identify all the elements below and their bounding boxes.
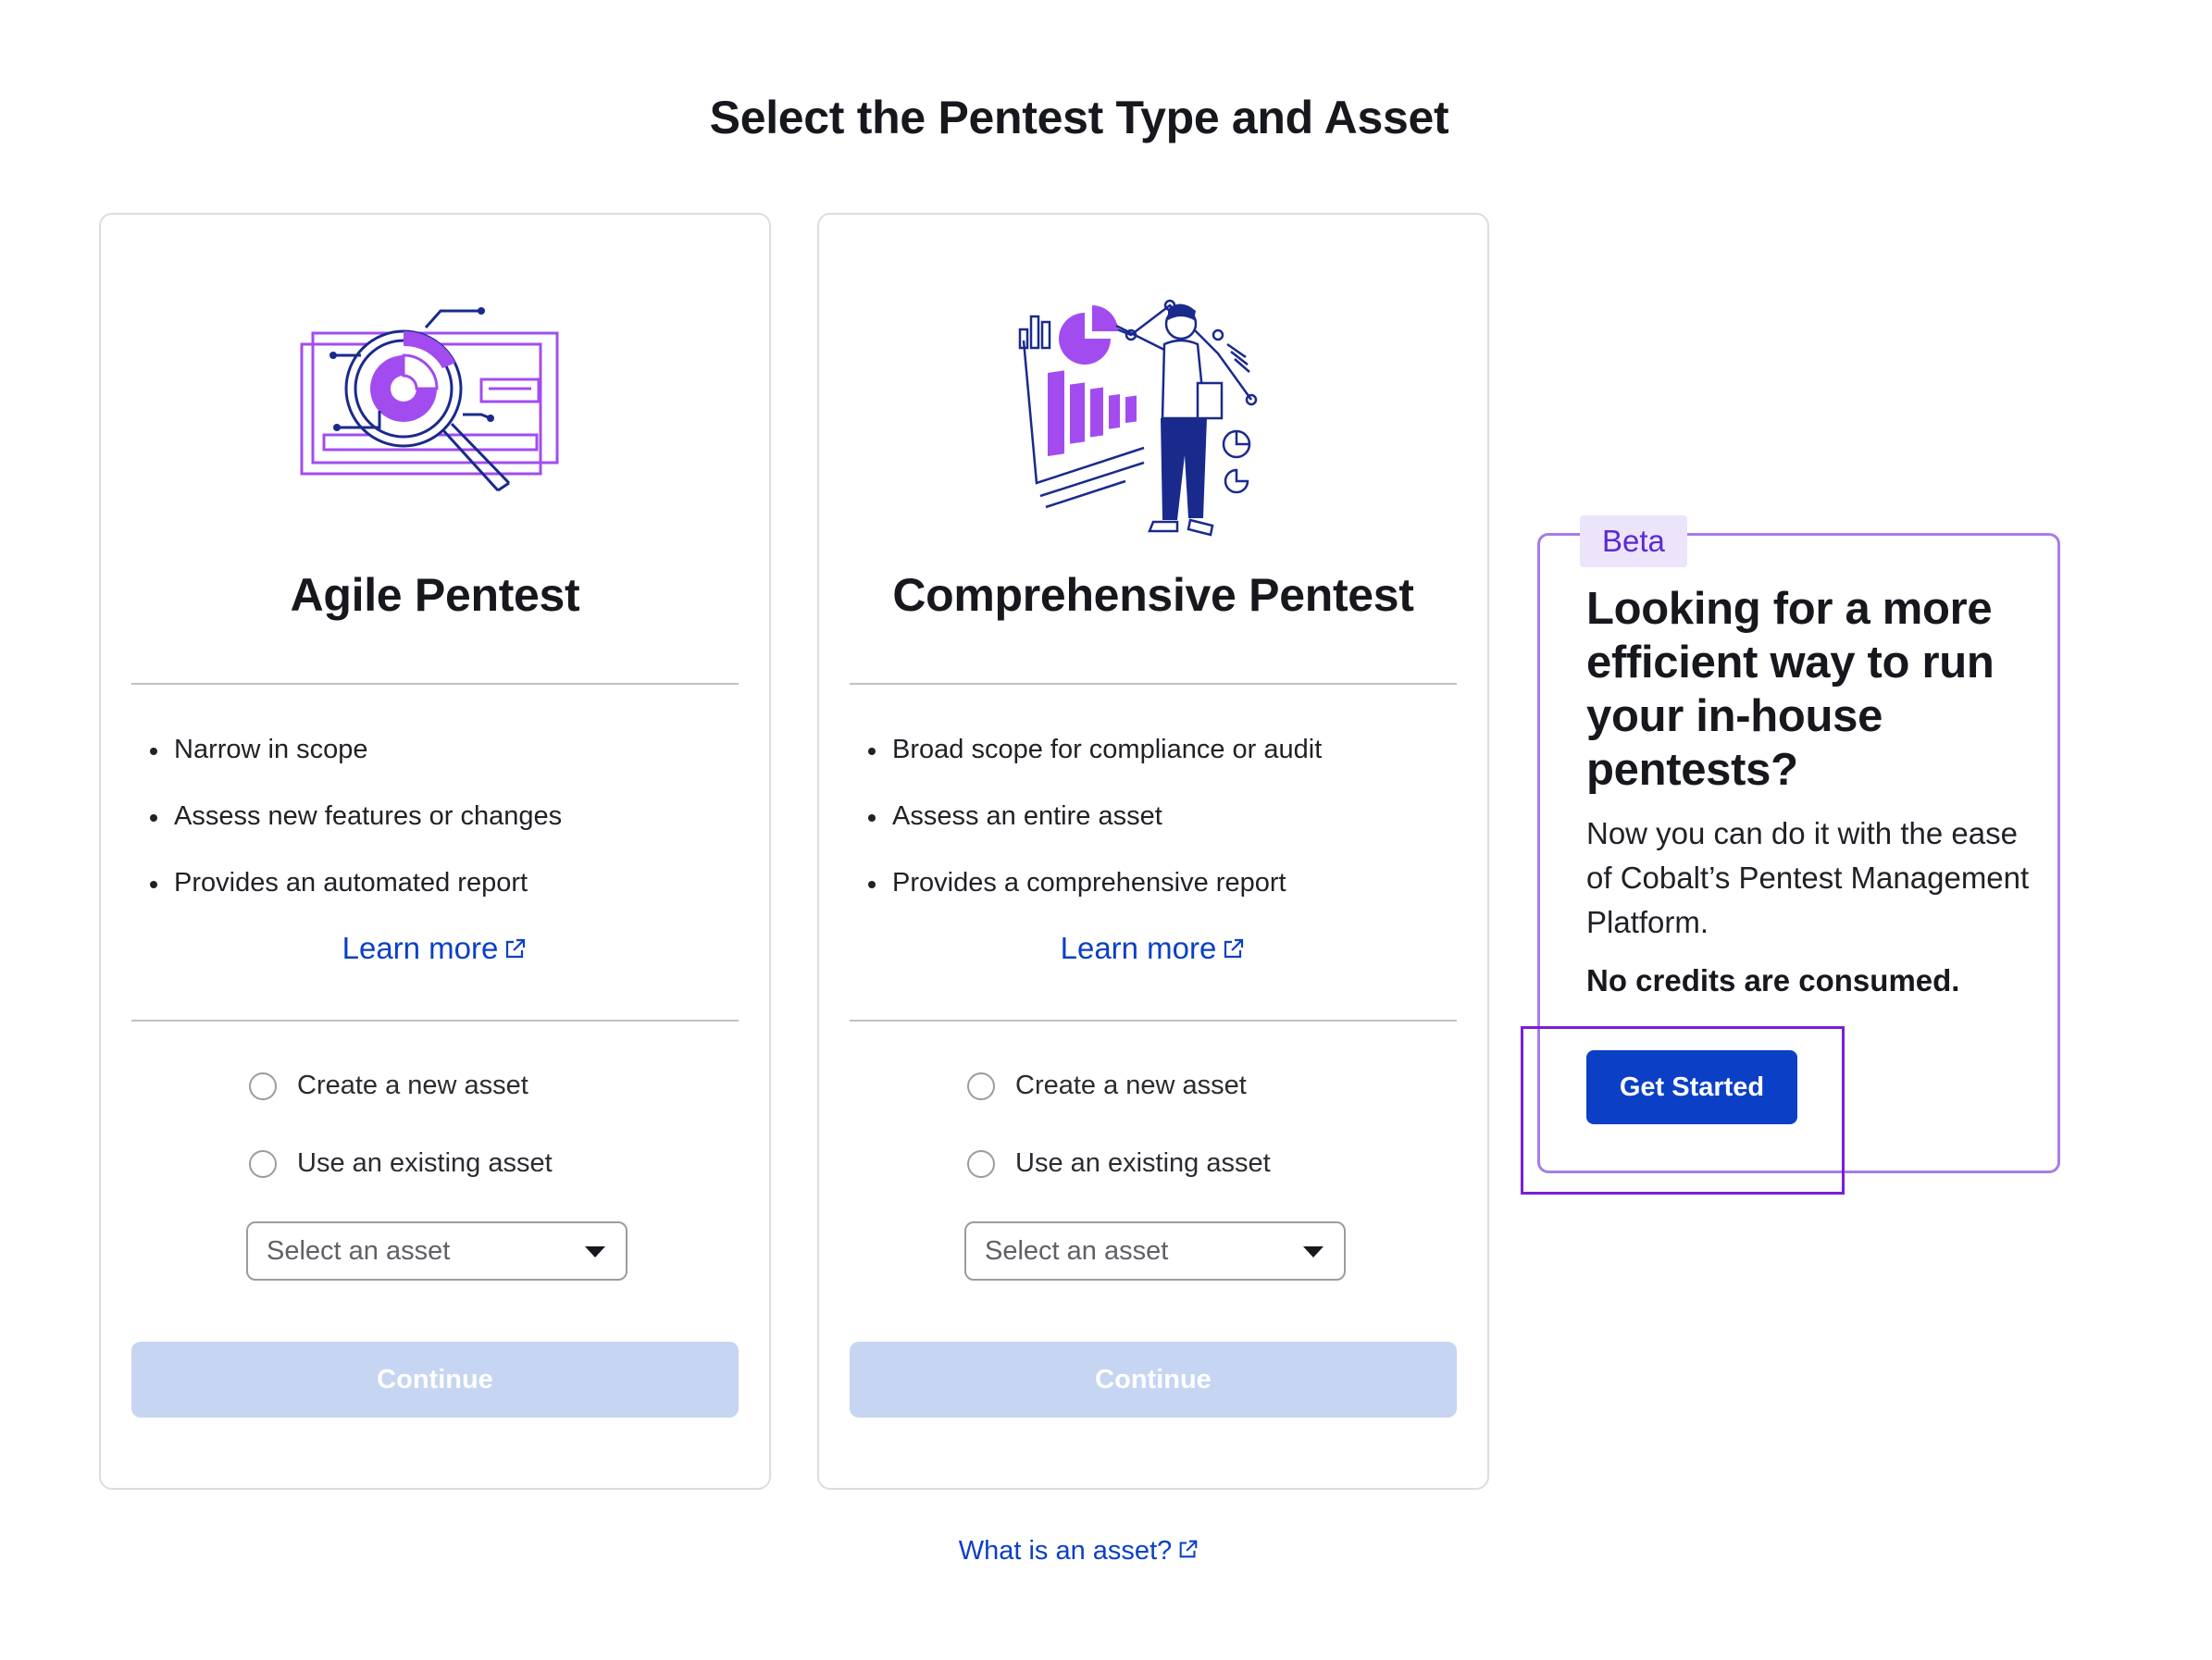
- get-started-button[interactable]: Get Started: [1586, 1050, 1797, 1124]
- promo-note: No credits are consumed.: [1586, 963, 1960, 997]
- learn-more-label: Learn more: [1060, 931, 1217, 965]
- radio-button[interactable]: [967, 1072, 995, 1100]
- caret-down-icon: [1303, 1246, 1323, 1257]
- agile-create-asset-option[interactable]: Create a new asset: [249, 1071, 528, 1101]
- divider: [131, 1020, 739, 1022]
- caret-down-icon: [585, 1246, 605, 1257]
- feature-item: Assess new features or changes: [147, 799, 562, 866]
- feature-item: Provides a comprehensive report: [865, 866, 1322, 933]
- external-link-icon: [1177, 1537, 1199, 1567]
- radio-label: Create a new asset: [1015, 1071, 1247, 1100]
- agile-feature-list: Narrow in scope Assess new features or c…: [147, 733, 562, 933]
- select-placeholder: Select an asset: [985, 1235, 1169, 1266]
- agile-existing-asset-option[interactable]: Use an existing asset: [249, 1148, 553, 1179]
- agile-pentest-card: Agile Pentest Narrow in scope Assess new…: [99, 213, 771, 1490]
- radio-label: Create a new asset: [297, 1071, 528, 1100]
- comprehensive-pentest-card: Comprehensive Pentest Broad scope for co…: [817, 213, 1489, 1490]
- comprehensive-continue-button[interactable]: Continue: [850, 1342, 1457, 1418]
- feature-item: Assess an entire asset: [865, 799, 1322, 866]
- agile-continue-button[interactable]: Continue: [131, 1342, 739, 1418]
- promo-description: Now you can do it with the ease of Cobal…: [1586, 816, 2030, 939]
- feature-item: Narrow in scope: [147, 733, 562, 799]
- comprehensive-illustration: [819, 289, 1487, 540]
- radio-button[interactable]: [249, 1072, 277, 1100]
- agile-learn-more-link[interactable]: Learn more: [101, 931, 769, 968]
- comprehensive-pentest-title: Comprehensive Pentest: [892, 569, 1414, 621]
- external-link-icon: [503, 933, 528, 968]
- agile-pentest-title: Agile Pentest: [290, 569, 580, 621]
- comprehensive-asset-select[interactable]: Select an asset: [964, 1221, 1346, 1281]
- agile-asset-select[interactable]: Select an asset: [246, 1221, 628, 1281]
- comprehensive-existing-asset-option[interactable]: Use an existing asset: [967, 1148, 1271, 1179]
- radio-button[interactable]: [249, 1149, 277, 1178]
- promo-heading: Looking for a more efficient way to run …: [1586, 584, 1995, 795]
- divider: [850, 1020, 1457, 1022]
- feature-item: Provides an automated report: [147, 866, 562, 933]
- radio-button[interactable]: [967, 1149, 995, 1178]
- learn-more-label: Learn more: [342, 931, 499, 965]
- divider: [850, 683, 1457, 685]
- agile-illustration: [101, 289, 769, 540]
- magnifier-dashboard-icon: [300, 307, 559, 492]
- radio-label: Use an existing asset: [297, 1148, 553, 1178]
- what-is-an-asset-link[interactable]: What is an asset?: [0, 1536, 2158, 1567]
- page-title: Select the Pentest Type and Asset: [709, 92, 1449, 143]
- comprehensive-create-asset-option[interactable]: Create a new asset: [967, 1071, 1247, 1101]
- feature-item: Broad scope for compliance or audit: [865, 733, 1322, 799]
- radio-label: Use an existing asset: [1015, 1148, 1271, 1178]
- select-placeholder: Select an asset: [267, 1235, 451, 1266]
- promo-panel: Beta Looking for a more efficient way to…: [1537, 515, 2060, 1173]
- comprehensive-feature-list: Broad scope for compliance or audit Asse…: [865, 733, 1322, 933]
- analyst-chart-icon: [1018, 299, 1258, 537]
- divider: [131, 683, 739, 685]
- external-link-icon: [1222, 933, 1246, 968]
- comprehensive-learn-more-link[interactable]: Learn more: [819, 931, 1487, 968]
- asset-link-label: What is an asset?: [958, 1536, 1173, 1566]
- beta-badge: Beta: [1580, 515, 1687, 567]
